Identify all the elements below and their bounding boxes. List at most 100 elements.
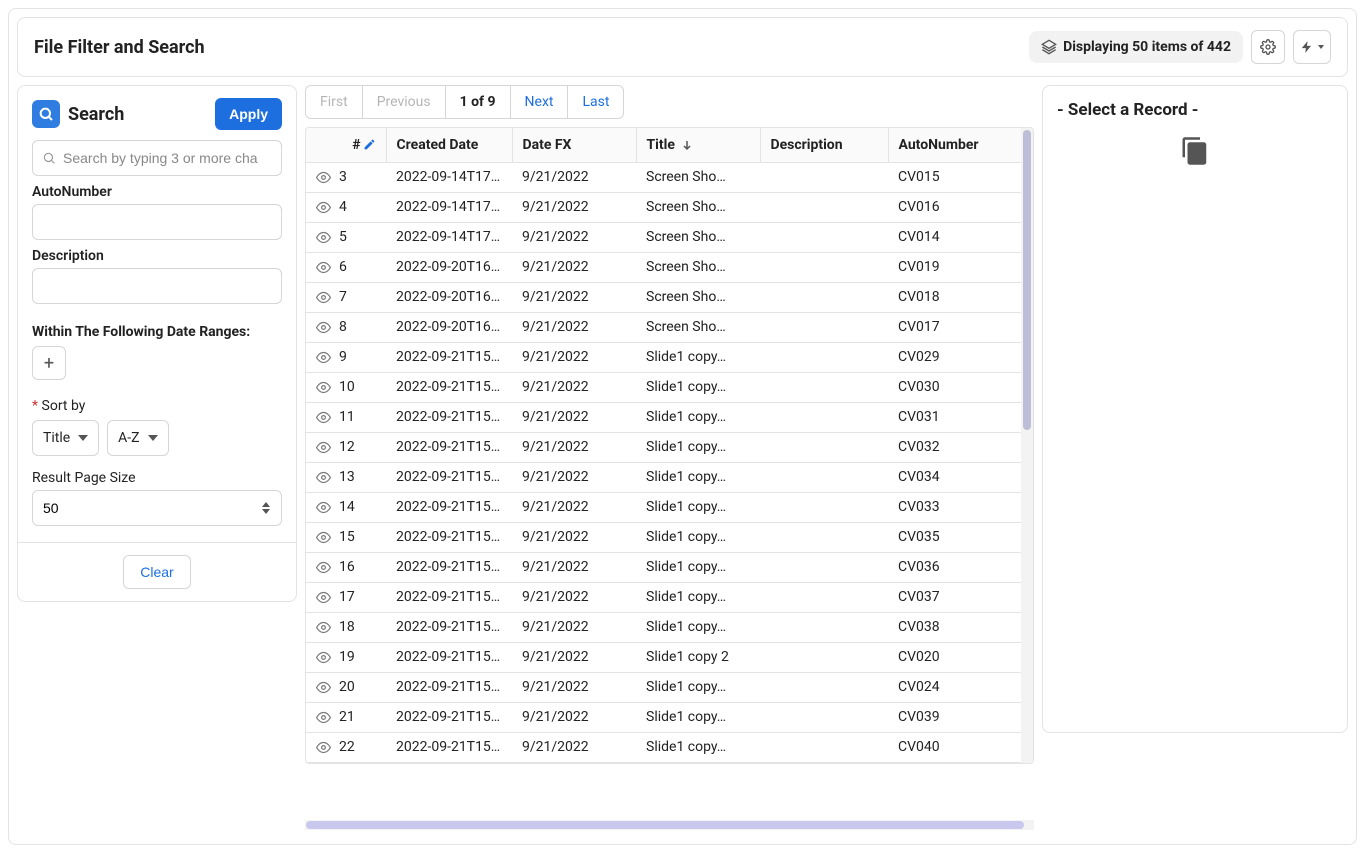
actions-menu-button[interactable] [1293,30,1331,64]
clear-button[interactable]: Clear [123,555,190,589]
cell-title: Slide1 copy… [636,552,760,582]
cell-autonumber: CV019 [888,252,1021,282]
vertical-scrollbar[interactable] [1021,128,1033,763]
eye-icon[interactable] [316,740,331,755]
table-row[interactable]: 202022-09-21T15…9/21/2022Slide1 copy…CV0… [306,672,1021,702]
eye-icon[interactable] [316,680,331,695]
cell-description [760,702,888,732]
eye-icon[interactable] [316,350,331,365]
table-row[interactable]: 142022-09-21T15…9/21/2022Slide1 copy…CV0… [306,492,1021,522]
page-size-stepper[interactable] [262,494,276,522]
description-input[interactable] [32,268,282,304]
eye-icon[interactable] [316,710,331,725]
table-row[interactable]: 52022-09-14T17…9/21/2022Screen Sho…CV014 [306,222,1021,252]
cell-datefx: 9/21/2022 [512,552,636,582]
table-row[interactable]: 62022-09-20T16…9/21/2022Screen Sho…CV019 [306,252,1021,282]
table-row[interactable]: 182022-09-21T15…9/21/2022Slide1 copy…CV0… [306,612,1021,642]
cell-created: 2022-09-21T15… [386,522,512,552]
table-row[interactable]: 132022-09-21T15…9/21/2022Slide1 copy…CV0… [306,462,1021,492]
column-header-autonumber[interactable]: AutoNumber [888,128,1021,162]
row-index: 13 [339,469,355,485]
table-row[interactable]: 32022-09-14T17…9/21/2022Screen Sho…CV015 [306,162,1021,192]
cell-title: Slide1 copy… [636,402,760,432]
table-row[interactable]: 82022-09-20T16…9/21/2022Screen Sho…CV017 [306,312,1021,342]
eye-icon[interactable] [316,230,331,245]
cell-datefx: 9/21/2022 [512,402,636,432]
stepper-down-icon[interactable] [262,509,270,514]
column-header-index[interactable]: # [306,128,386,162]
row-index: 12 [339,439,355,455]
cell-title: Slide1 copy… [636,372,760,402]
sort-field-select[interactable]: Title [32,420,99,456]
table-row[interactable]: 122022-09-21T15…9/21/2022Slide1 copy…CV0… [306,432,1021,462]
apply-button[interactable]: Apply [215,98,282,130]
row-index: 18 [339,619,355,635]
row-index: 22 [339,739,355,755]
table-row[interactable]: 222022-09-21T15…9/21/2022Slide1 copy…CV0… [306,732,1021,762]
item-count-badge: Displaying 50 items of 442 [1029,31,1243,63]
eye-icon[interactable] [316,440,331,455]
cell-description [760,672,888,702]
stepper-up-icon[interactable] [262,502,270,507]
cell-description [760,582,888,612]
cell-datefx: 9/21/2022 [512,582,636,612]
table-row[interactable]: 102022-09-21T15…9/21/2022Slide1 copy…CV0… [306,372,1021,402]
row-index: 19 [339,649,355,665]
eye-icon[interactable] [316,170,331,185]
eye-icon[interactable] [316,530,331,545]
scrollbar-thumb[interactable] [1023,130,1031,430]
eye-icon[interactable] [316,500,331,515]
eye-icon[interactable] [316,560,331,575]
cell-datefx: 9/21/2022 [512,642,636,672]
scrollbar-thumb[interactable] [306,821,1024,829]
row-index: 17 [339,589,355,605]
table-row[interactable]: 42022-09-14T17…9/21/2022Screen Sho…CV016 [306,192,1021,222]
eye-icon[interactable] [316,260,331,275]
table-row[interactable]: 172022-09-21T15…9/21/2022Slide1 copy…CV0… [306,582,1021,612]
sort-direction-select[interactable]: A-Z [107,420,168,456]
row-index: 11 [339,409,355,425]
cell-title: Slide1 copy… [636,672,760,702]
table-row[interactable]: 192022-09-21T15…9/21/2022Slide1 copy 2CV… [306,642,1021,672]
eye-icon[interactable] [316,650,331,665]
eye-icon[interactable] [316,320,331,335]
eye-icon[interactable] [316,200,331,215]
column-header-datefx[interactable]: Date FX [512,128,636,162]
date-ranges-label: Within The Following Date Ranges: [32,324,282,340]
page-first-button[interactable]: First [305,85,363,119]
lightning-icon [1300,40,1314,54]
cell-autonumber: CV039 [888,702,1021,732]
page-next-button[interactable]: Next [510,85,569,119]
add-date-range-button[interactable]: + [32,346,66,380]
eye-icon[interactable] [316,590,331,605]
cell-description [760,432,888,462]
page-size-input[interactable] [32,490,282,526]
table-row[interactable]: 112022-09-21T15…9/21/2022Slide1 copy…CV0… [306,402,1021,432]
eye-icon[interactable] [316,470,331,485]
search-input[interactable] [32,140,282,176]
column-header-title[interactable]: Title [636,128,760,162]
eye-icon[interactable] [316,290,331,305]
eye-icon[interactable] [316,620,331,635]
cell-title: Slide1 copy 2 [636,642,760,672]
table-row[interactable]: 212022-09-21T15…9/21/2022Slide1 copy…CV0… [306,702,1021,732]
copy-icon [1180,136,1210,166]
horizontal-scrollbar[interactable] [305,820,1034,830]
cell-description [760,252,888,282]
column-header-created[interactable]: Created Date [386,128,512,162]
eye-icon[interactable] [316,380,331,395]
page-previous-button[interactable]: Previous [362,85,446,119]
eye-icon[interactable] [316,410,331,425]
cell-description [760,612,888,642]
table-row[interactable]: 152022-09-21T15…9/21/2022Slide1 copy…CV0… [306,522,1021,552]
table-row[interactable]: 72022-09-20T16…9/21/2022Screen Sho…CV018 [306,282,1021,312]
settings-button[interactable] [1251,30,1285,64]
page-last-button[interactable]: Last [567,85,624,119]
column-header-description[interactable]: Description [760,128,888,162]
cell-created: 2022-09-21T15… [386,342,512,372]
cell-title: Slide1 copy… [636,492,760,522]
autonumber-input[interactable] [32,204,282,240]
table-row[interactable]: 162022-09-21T15…9/21/2022Slide1 copy…CV0… [306,552,1021,582]
table-row[interactable]: 92022-09-21T15…9/21/2022Slide1 copy…CV02… [306,342,1021,372]
cell-autonumber: CV037 [888,582,1021,612]
